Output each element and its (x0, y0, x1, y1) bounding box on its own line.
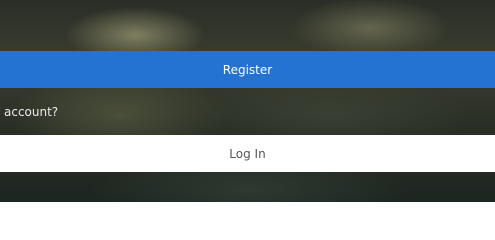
login-button[interactable]: Log In (0, 135, 495, 172)
login-screen: Register account? Log In (0, 0, 495, 202)
register-button[interactable]: Register (0, 51, 495, 88)
account-prompt-text: account? (4, 105, 59, 119)
